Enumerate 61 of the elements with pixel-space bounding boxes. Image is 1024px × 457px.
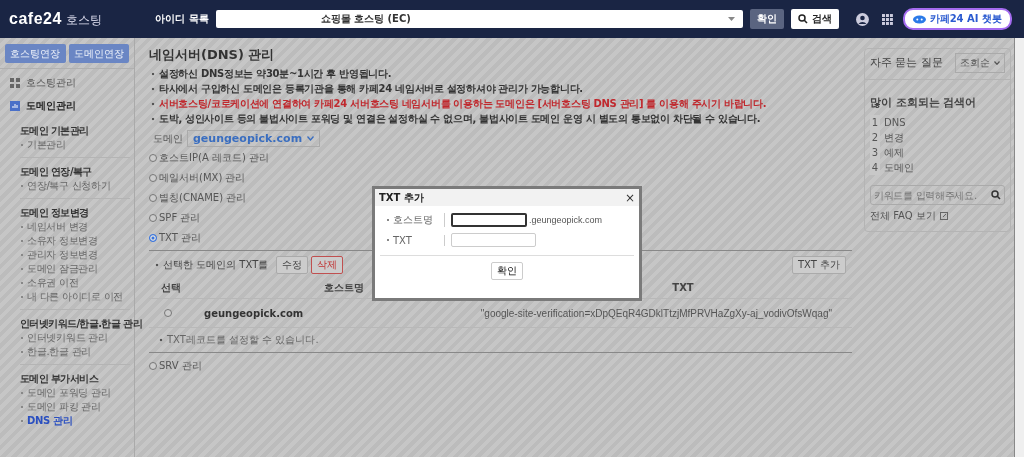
column-header: 선택 [160, 280, 182, 295]
renew-button[interactable]: 도메인연장 [68, 44, 129, 63]
chevron-down-icon [307, 136, 315, 141]
field-label: 호스트명 [386, 214, 433, 225]
sidebar-group-title: 도메인 기본관리 [20, 124, 89, 138]
table-cell-text: "google-site-verification=xDpQEqR4GDklTtzjMfPRVHaZgXy-aj_vodivOfsWqag" [479, 307, 833, 319]
chatbot-icon [912, 14, 926, 24]
column-header: 호스트명 [323, 280, 364, 295]
confirm-button[interactable]: 확인 [749, 9, 784, 29]
column-header: TXT [671, 282, 695, 293]
search-icon [797, 14, 808, 24]
panel-caption: 선택한 도메인의 TXT를 [155, 258, 269, 272]
sidebar-group-title: 인터넷키워드/한글.한글 관리 [20, 317, 142, 331]
record-type-radio[interactable]: 메일서버(MX) 관리 [149, 168, 852, 188]
domain-suffix: .geungeopick.com [529, 215, 603, 225]
popular-title: 많이 조회되는 검색어 [870, 96, 978, 110]
domain-select[interactable]: geungeopick.com [187, 130, 321, 147]
edit-button[interactable]: 수정 [276, 256, 309, 274]
search-button[interactable]: 검색 [790, 9, 839, 29]
keyword-search-field[interactable]: 키워드를 입력해주세요. [870, 185, 1005, 205]
faq-title: 자주 묻는 질문 [870, 56, 943, 70]
search-icon [991, 190, 1001, 200]
confirm-button[interactable]: 확인 [491, 262, 523, 280]
dialog-title: TXT 추가 [379, 190, 424, 205]
field-label: TXT [386, 234, 412, 246]
sidebar-nav-item[interactable]: 도메인관리 [0, 94, 134, 117]
page-title: 네임서버(DNS) 관리 [149, 46, 276, 64]
popular-keyword[interactable]: 3 예제 [870, 145, 1005, 160]
domain-label: 도메인 [153, 131, 183, 146]
grid-icon [10, 77, 20, 88]
id-list-label: 아이디 목록 [155, 12, 209, 26]
add-txt-button[interactable]: TXT 추가 [791, 256, 846, 274]
row-radio[interactable] [164, 308, 172, 317]
logo-subtitle: 호스팅 [65, 11, 102, 29]
external-link-icon [939, 212, 948, 220]
input-field[interactable] [451, 213, 527, 227]
all-faq-link[interactable]: 전체 FAQ 보기 [870, 209, 1005, 223]
apps-grid-icon[interactable] [881, 13, 893, 25]
user-icon[interactable] [855, 12, 869, 26]
chart-icon [10, 100, 20, 111]
record-type-radio[interactable]: SRV 관리 [149, 356, 852, 376]
sort-select[interactable]: 조회순 [955, 53, 1005, 73]
chevron-down-icon [994, 61, 1000, 65]
delete-button[interactable]: 삭제 [311, 256, 344, 274]
popular-keyword[interactable]: 4 도메인 [870, 160, 1005, 175]
id-select[interactable]: 쇼핑몰 호스팅 (EC) [215, 10, 743, 28]
panel-note: TXT레코드를 설정할 수 있습니다. [159, 334, 319, 345]
caret-icon [727, 17, 735, 21]
scrollbar[interactable] [1014, 38, 1024, 457]
renew-button[interactable]: 호스팅연장 [5, 44, 66, 63]
sidebar-group-title: 도메인 정보변경 [20, 206, 89, 220]
popular-keyword[interactable]: 2 변경 [870, 130, 1005, 145]
sidebar-group-title: 도메인 연장/복구 [20, 165, 92, 179]
sidebar-group-title: 도메인 부가서비스 [20, 372, 99, 386]
sidebar-nav-item[interactable]: 호스팅관리 [0, 71, 134, 94]
table-cell-text: geungeopick.com [204, 307, 305, 319]
record-type-radio[interactable]: 호스트IP(A 레코드) 관리 [149, 148, 852, 168]
ai-chatbot-button[interactable]: 카페24 AI 챗봇 [902, 8, 1012, 30]
logo[interactable]: cafe24 [9, 9, 62, 28]
popular-keyword[interactable]: 1 DNS [870, 115, 1005, 130]
close-button[interactable]: × [624, 191, 635, 204]
